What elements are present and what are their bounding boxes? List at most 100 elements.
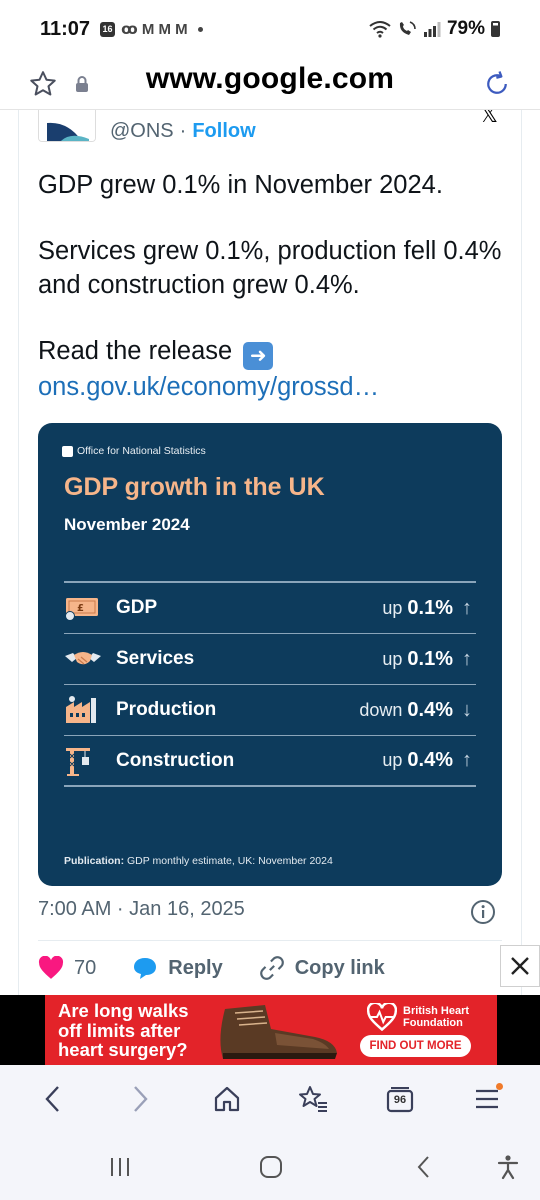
browser-toolbar: 96: [0, 1065, 540, 1133]
avatar[interactable]: [38, 110, 96, 142]
release-link[interactable]: ons.gov.uk/economy/grossd…: [38, 370, 508, 404]
wifi-icon: [369, 21, 391, 38]
back-chevron-icon: [417, 1155, 429, 1178]
bookmark-star-list-icon: [299, 1086, 328, 1112]
row-number: 0.1%: [407, 596, 453, 619]
refresh-icon[interactable]: [482, 69, 512, 99]
ons-logo-icon: [39, 110, 95, 141]
separator: ·: [179, 120, 187, 142]
tweet-text: GDP grew 0.1% in November 2024. Services…: [38, 168, 508, 404]
row-value: down 0.4% ↓: [359, 699, 476, 722]
find-out-more-button[interactable]: FIND OUT MORE: [360, 1035, 471, 1057]
heart-logo-icon: [367, 1003, 397, 1031]
status-right: 79%: [369, 18, 500, 40]
row-label: GDP: [116, 597, 158, 618]
signal-icon: [423, 22, 441, 37]
row-number: 0.1%: [407, 647, 453, 670]
card-row-services: Services up 0.1% ↑: [64, 634, 476, 685]
card-title: GDP growth in the UK: [64, 473, 325, 501]
ad-brand-text: British Heart Foundation: [403, 1005, 470, 1029]
row-label: Services: [116, 648, 195, 669]
bookmarks-button[interactable]: [287, 1073, 339, 1125]
release-text: Read the release: [38, 337, 233, 365]
reply-bubble-icon: [134, 958, 157, 979]
home-button[interactable]: [201, 1073, 253, 1125]
like-button[interactable]: 70: [38, 956, 96, 980]
heart-icon: [38, 956, 64, 979]
hamburger-menu-icon: [475, 1089, 498, 1109]
row-value: up 0.4% ↑: [382, 749, 476, 772]
card-table: £ GDP up 0.1% ↑ Services up 0.1% ↑ Produ…: [64, 581, 476, 787]
lock-icon[interactable]: [74, 75, 90, 93]
status-time: 11:07: [40, 17, 91, 40]
home-icon: [214, 1086, 239, 1112]
walking-boot-image: [220, 1005, 337, 1059]
reply-label: Reply: [168, 956, 223, 979]
more-notifications-dot: [197, 26, 203, 32]
banknote-icon: £: [64, 591, 104, 625]
right-arrow-emoji-icon: ➜: [243, 342, 274, 370]
notification-icons: 16 ꝏ M M M: [100, 20, 203, 38]
copy-link-button[interactable]: Copy link: [259, 955, 385, 981]
info-icon[interactable]: [470, 899, 496, 925]
back-system-button[interactable]: [404, 1147, 444, 1187]
battery-icon: [491, 21, 500, 37]
tweet-actions: 70 Reply Copy link: [38, 955, 508, 981]
row-direction: up: [382, 648, 403, 669]
close-ad-button[interactable]: [500, 945, 540, 987]
handshake-icon: [64, 642, 104, 676]
back-button[interactable]: [27, 1073, 79, 1125]
accessibility-button[interactable]: [488, 1147, 528, 1187]
calendar-icon: 16: [100, 21, 116, 37]
ad-banner[interactable]: Are long walks off limits after heart su…: [0, 995, 540, 1065]
tweet-line-3: Read the release ➜ ons.gov.uk/economy/gr…: [38, 334, 508, 404]
up-arrow-icon: ↑: [462, 647, 472, 670]
bookmark-star-icon[interactable]: [28, 69, 58, 99]
crane-icon: [64, 744, 104, 778]
card-org-text: Office for National Statistics: [77, 445, 206, 457]
status-bar: 11:07 16 ꝏ M M M 79%: [0, 0, 540, 58]
tabs-button[interactable]: 96: [374, 1073, 426, 1125]
copy-link-label: Copy link: [294, 956, 385, 979]
row-label: Construction: [116, 749, 235, 771]
x-logo-icon[interactable]: 𝕏: [480, 110, 498, 128]
card-row-production: Production down 0.4% ↓: [64, 685, 476, 736]
card-footer: Publication: GDP monthly estimate, UK: N…: [64, 855, 333, 867]
system-nav-bar: [0, 1133, 540, 1200]
row-value: up 0.1% ↑: [382, 597, 476, 620]
row-direction: up: [382, 597, 403, 618]
author-handle[interactable]: @ONS: [110, 120, 174, 143]
menu-notification-dot: [495, 1083, 503, 1090]
footer-text: GDP monthly estimate, UK: November 2024: [127, 855, 333, 867]
menu-button[interactable]: [461, 1073, 513, 1125]
ad-content[interactable]: Are long walks off limits after heart su…: [45, 995, 497, 1065]
row-label: Production: [116, 699, 217, 720]
row-number: 0.4%: [407, 698, 453, 721]
close-icon: [511, 957, 529, 975]
up-arrow-icon: ↑: [462, 749, 472, 771]
row-direction: down: [359, 699, 403, 720]
battery-percent: 79%: [446, 18, 485, 39]
infographic-card[interactable]: Office for National Statistics GDP growt…: [38, 423, 502, 886]
ons-mini-logo-icon: [62, 445, 73, 457]
factory-icon: [64, 693, 104, 727]
url-bar: www.google.com: [0, 58, 540, 110]
chevron-left-icon: [45, 1086, 60, 1112]
tweet-timestamp[interactable]: 7:00 AM · Jan 16, 2025: [38, 898, 245, 921]
notification-glyphs: ꝏ M M M: [121, 21, 188, 38]
tweet-embed: 𝕏 @ONS · Follow GDP grew 0.1% in Novembe…: [0, 110, 540, 995]
link-icon: [259, 956, 284, 980]
up-arrow-icon: ↑: [462, 596, 472, 619]
row-number: 0.4%: [407, 749, 453, 771]
ad-brand: British Heart Foundation: [367, 1003, 483, 1031]
accessibility-icon: [497, 1154, 519, 1179]
recents-button[interactable]: [100, 1147, 140, 1187]
follow-link[interactable]: Follow: [192, 120, 255, 143]
forward-button[interactable]: [114, 1073, 166, 1125]
svg-text:£: £: [77, 603, 84, 614]
home-system-button[interactable]: [251, 1147, 291, 1187]
row-value: up 0.1% ↑: [382, 648, 476, 671]
card-subtitle: November 2024: [64, 515, 190, 534]
reply-button[interactable]: Reply: [132, 956, 223, 980]
chevron-right-icon: [134, 1086, 148, 1112]
